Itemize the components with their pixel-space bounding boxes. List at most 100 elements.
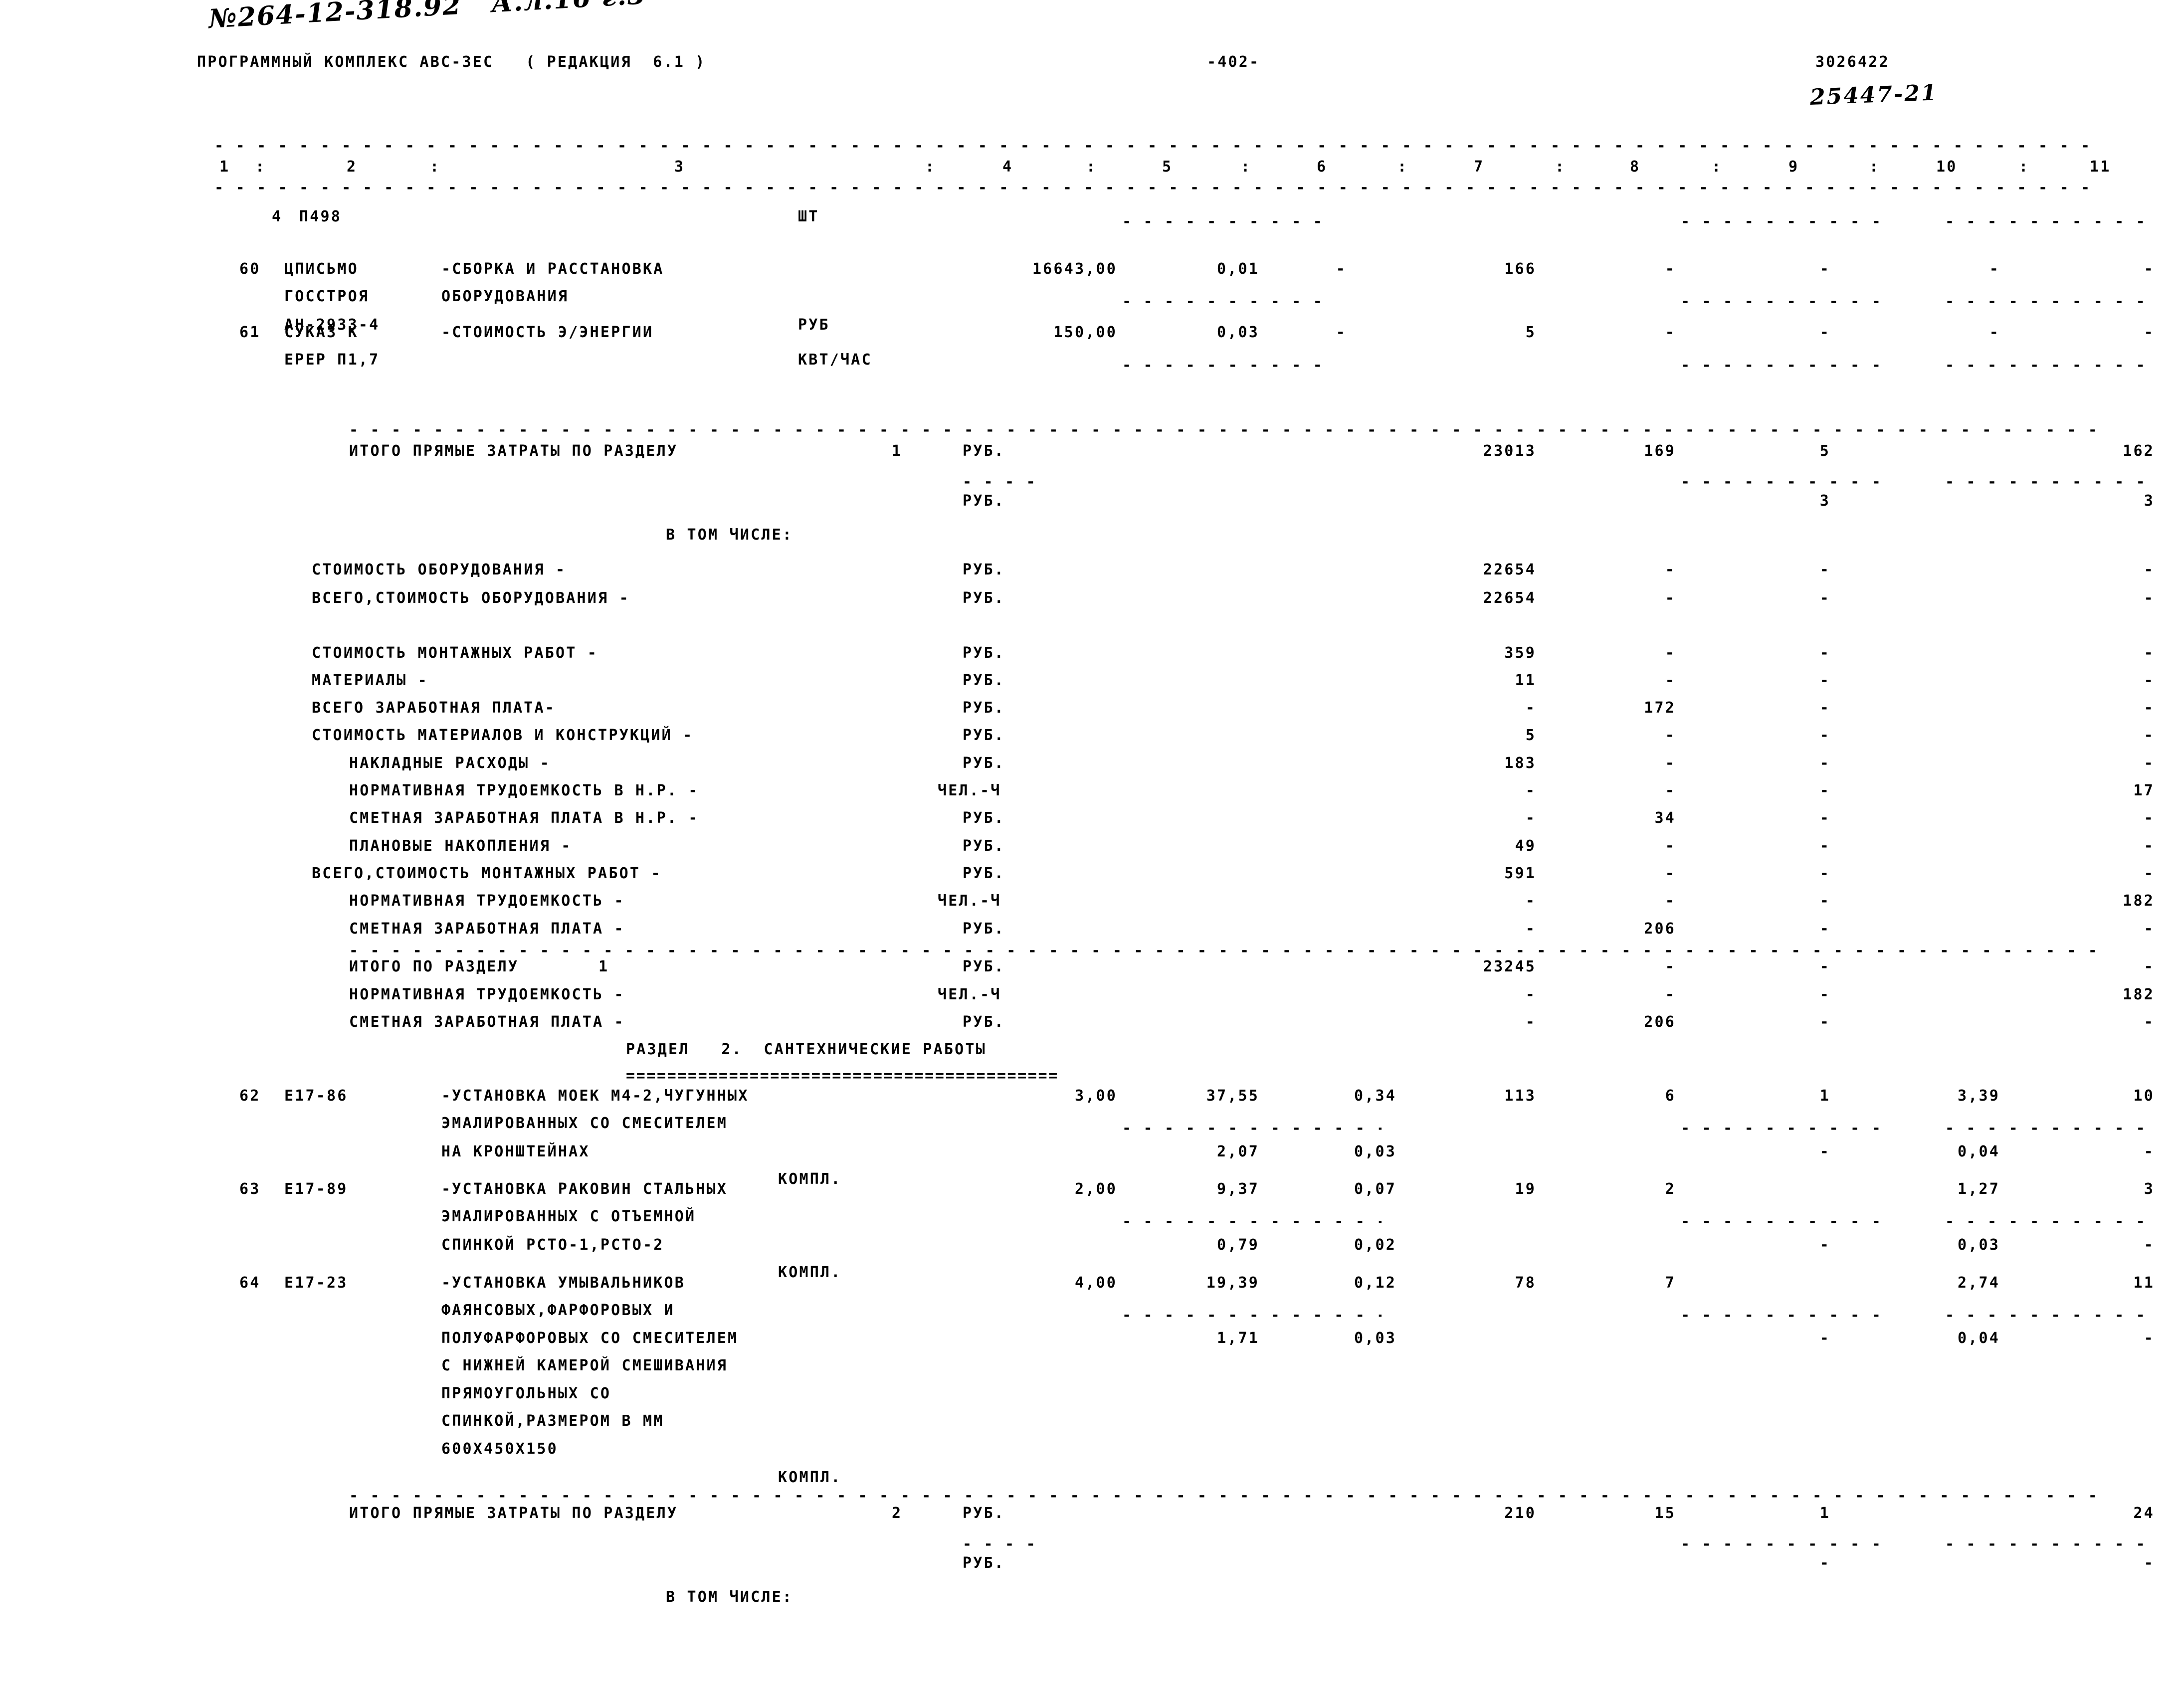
detail-c8: - <box>1665 589 1676 607</box>
detail-c9: - <box>1819 809 1830 827</box>
detail-c11: - <box>2144 809 2155 827</box>
row-value-c7: 5 <box>1525 324 1536 341</box>
v-tom-chisle-label-1: В ТОМ ЧИСЛЕ: <box>666 526 793 544</box>
detail-c9: - <box>1819 865 1830 882</box>
detail-c11: - <box>2144 920 2155 938</box>
column-separator-8: : <box>1712 158 1723 176</box>
row-subvalue-c10: 0,03 <box>1957 1236 2000 1254</box>
row-description-line7: 600Х450Х150 <box>441 1440 558 1458</box>
section1-total-unit: РУБ. <box>963 442 1005 460</box>
row-description-line1: -УСТАНОВКА МОЕК М4-2,ЧУГУННЫХ <box>441 1087 749 1105</box>
row-value-c6: - <box>1336 324 1347 341</box>
row-subvalue-c5: 0,79 <box>1216 1236 1259 1254</box>
row-code-line2: ЕРЕР П1,7 <box>284 351 380 369</box>
section2-total-c9: 1 <box>1819 1505 1830 1522</box>
rule-under-unit: - - - - <box>963 475 1037 490</box>
column-separator-9: : <box>1869 158 1880 176</box>
section2-total-number: 2 <box>892 1505 903 1522</box>
section1-total-c11: 162 <box>2123 442 2155 460</box>
detail-c9: - <box>1819 920 1830 938</box>
row-value-c6: 0,07 <box>1354 1180 1396 1198</box>
row-unit: ШТ <box>798 208 819 225</box>
row-dash-c5c6: - - - - - - - - - - - - - - - <box>1122 214 1322 229</box>
row-subvalue-c11: - <box>2144 1236 2155 1254</box>
detail-unit: РУБ. <box>963 865 1005 882</box>
document-code: 3026422 <box>1815 53 1890 71</box>
document-page: №264-12-318.92 А.л.16 г.3 25447-21 ПРОГР… <box>0 0 2180 1708</box>
row-dash-c10c11: - - - - - - - - - - - - <box>1945 214 2155 229</box>
handwritten-reference-annotation: №264-12-318.92 А.л.16 г.3 <box>207 0 647 35</box>
row-value-c5: 19,39 <box>1206 1274 1259 1292</box>
detail-label: ВСЕГО ЗАРАБОТНАЯ ПЛАТА- <box>312 699 556 717</box>
row-dash-c10c11: - - - - - - - - - - - - <box>1945 1308 2155 1323</box>
row-value-c8: - <box>1665 260 1676 278</box>
row-value-c11: 10 <box>2133 1087 2155 1105</box>
section2-title: РАЗДЕЛ 2. САНТЕХНИЧЕСКИЕ РАБОТЫ <box>626 1041 987 1058</box>
row-dash-c5c6: - - - - - - - - - - - - - - - - <box>1122 1214 1382 1229</box>
row-description-line3: СПИНКОЙ РСТО-1,РСТО-2 <box>441 1236 664 1254</box>
detail-c7: 183 <box>1504 755 1536 772</box>
section2-total-c9b: - <box>1819 1554 1830 1572</box>
column-separator-7: : <box>1555 158 1566 176</box>
detail-c11: - <box>2144 699 2155 717</box>
row-code: Е17-89 <box>284 1180 348 1198</box>
detail-c8: - <box>1665 865 1676 882</box>
itogo-unit: РУБ. <box>963 958 1005 975</box>
detail-c7: - <box>1525 699 1536 717</box>
column-separator-2: : <box>430 158 441 176</box>
row-value-c4: 2,00 <box>1074 1180 1117 1198</box>
column-separator-4: : <box>1086 158 1097 176</box>
itogo-c7: 23245 <box>1483 958 1536 975</box>
itogo-c11: - <box>2144 1013 2155 1031</box>
row-code: Е17-23 <box>284 1274 348 1292</box>
row-value-c5: 37,55 <box>1206 1087 1259 1105</box>
column-header-2: 2 <box>347 158 358 176</box>
detail-c7: 359 <box>1504 644 1536 662</box>
detail-unit: РУБ. <box>963 727 1005 744</box>
itogo-c9: - <box>1819 958 1830 975</box>
row-subvalue-c6: 0,03 <box>1354 1329 1396 1347</box>
itogo-c9: - <box>1819 986 1830 1003</box>
detail-c11: 17 <box>2133 782 2155 799</box>
detail-unit: РУБ. <box>963 755 1005 772</box>
table-rule-top: - - - - - - - - - - - - - - - - - - - - … <box>214 139 2090 154</box>
row-value-c10: 3,39 <box>1957 1087 2000 1105</box>
column-header-8: 8 <box>1630 158 1641 176</box>
detail-label: СМЕТНАЯ ЗАРАБОТНАЯ ПЛАТА В Н.Р. - <box>349 809 699 827</box>
detail-unit: РУБ. <box>963 589 1005 607</box>
section1-total-c8: 169 <box>1644 442 1676 460</box>
detail-c8: - <box>1665 892 1676 910</box>
row-code-line2: ГОССТРОЯ <box>284 288 370 305</box>
row-subvalue-c10: 0,04 <box>1957 1329 2000 1347</box>
row-value-c8: - <box>1665 324 1676 341</box>
column-header-7: 7 <box>1474 158 1485 176</box>
detail-label: НОРМАТИВНАЯ ТРУДОЕМКОСТЬ В Н.Р. - <box>349 782 699 799</box>
row-dash-c9: - - - - - - - - - - - - <box>1681 214 1890 229</box>
itogo-c7: - <box>1525 986 1536 1003</box>
row-number: 63 <box>239 1180 261 1198</box>
detail-c9: - <box>1819 755 1830 772</box>
detail-c9: - <box>1819 644 1830 662</box>
row-dash-c5c6: - - - - - - - - - - - - - - - <box>1122 294 1322 309</box>
detail-unit: РУБ. <box>963 699 1005 717</box>
section1-total-c7: 23013 <box>1483 442 1536 460</box>
detail-unit: ЧЕЛ.-Ч <box>938 892 1001 910</box>
section1-total-number: 1 <box>892 442 903 460</box>
row-value-c5: 0,01 <box>1216 260 1259 278</box>
rule-under-section2-title: ========================================… <box>626 1069 1059 1084</box>
row-value-c9: 1 <box>1819 1087 1830 1105</box>
itogo-c11: - <box>2144 958 2155 975</box>
detail-c8: - <box>1665 782 1676 799</box>
itogo-c8: 206 <box>1644 1013 1676 1031</box>
detail-c7: 22654 <box>1483 589 1536 607</box>
detail-unit: РУБ. <box>963 644 1005 662</box>
row-dash-c10c11: - - - - - - - - - - - - <box>1945 294 2155 309</box>
detail-label: СТОИМОСТЬ МАТЕРИАЛОВ И КОНСТРУКЦИЙ - <box>312 727 694 744</box>
rule-above-itogo-section1: - - - - - - - - - - - - - - - - - - - - … <box>349 944 2095 958</box>
row-subvalue-c6: 0,02 <box>1354 1236 1396 1254</box>
row-subvalue-c9: - <box>1819 1236 1830 1254</box>
detail-c8: - <box>1665 837 1676 855</box>
column-header-5: 5 <box>1162 158 1173 176</box>
row-value-c5: 9,37 <box>1216 1180 1259 1198</box>
itogo-c8: - <box>1665 986 1676 1003</box>
